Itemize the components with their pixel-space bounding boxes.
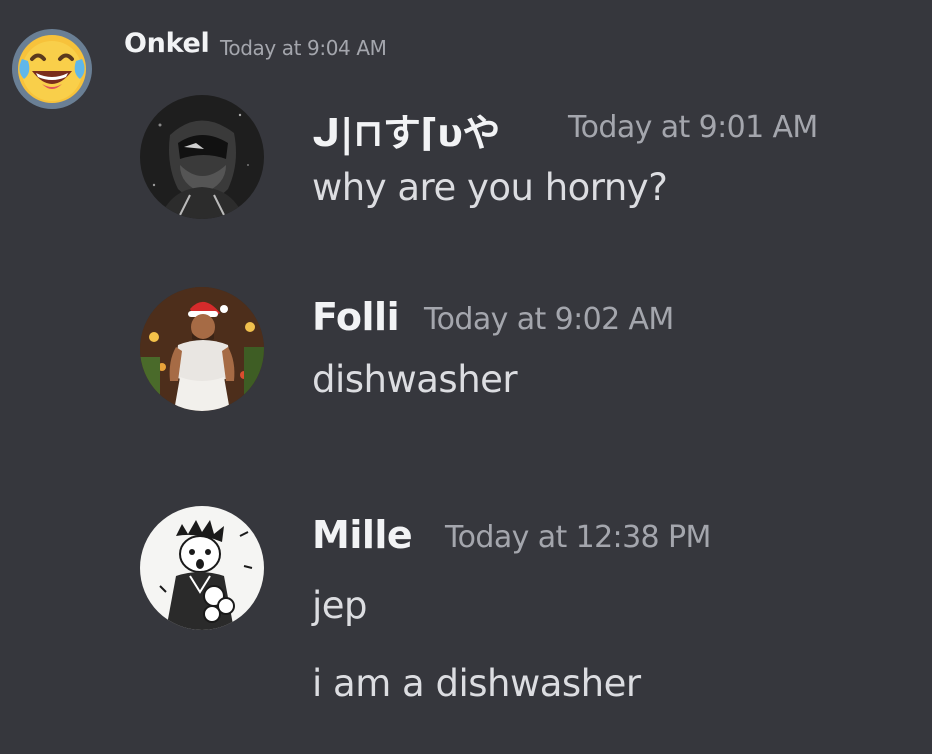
message-text-3b: i am a dishwasher (312, 662, 641, 705)
helmeted-figure-avatar (140, 95, 264, 219)
onkel-timestamp: Today at 9:04 AM (220, 36, 387, 60)
message-text-2: dishwasher (312, 358, 518, 401)
laughing-crying-emoji-icon (12, 29, 92, 109)
santa-hat-figure-avatar (140, 287, 264, 411)
user-avatar-2[interactable] (140, 287, 264, 411)
onkel-username[interactable]: Onkel (124, 28, 210, 59)
username-1[interactable]: ᒍ|⊓す⌈υや (312, 102, 500, 157)
timestamp-1: Today at 9:01 AM (568, 110, 818, 145)
username-3[interactable]: Mille (312, 513, 413, 557)
manga-sketch-avatar (140, 506, 264, 630)
message-text-1: why are you horny? (312, 166, 668, 209)
username-2[interactable]: Folli (312, 295, 400, 339)
timestamp-2: Today at 9:02 AM (424, 302, 674, 337)
timestamp-3: Today at 12:38 PM (445, 520, 711, 555)
message-text-3a: jep (312, 584, 368, 627)
onkel-avatar[interactable] (12, 29, 92, 109)
user-avatar-1[interactable] (140, 95, 264, 219)
user-avatar-3[interactable] (140, 506, 264, 630)
